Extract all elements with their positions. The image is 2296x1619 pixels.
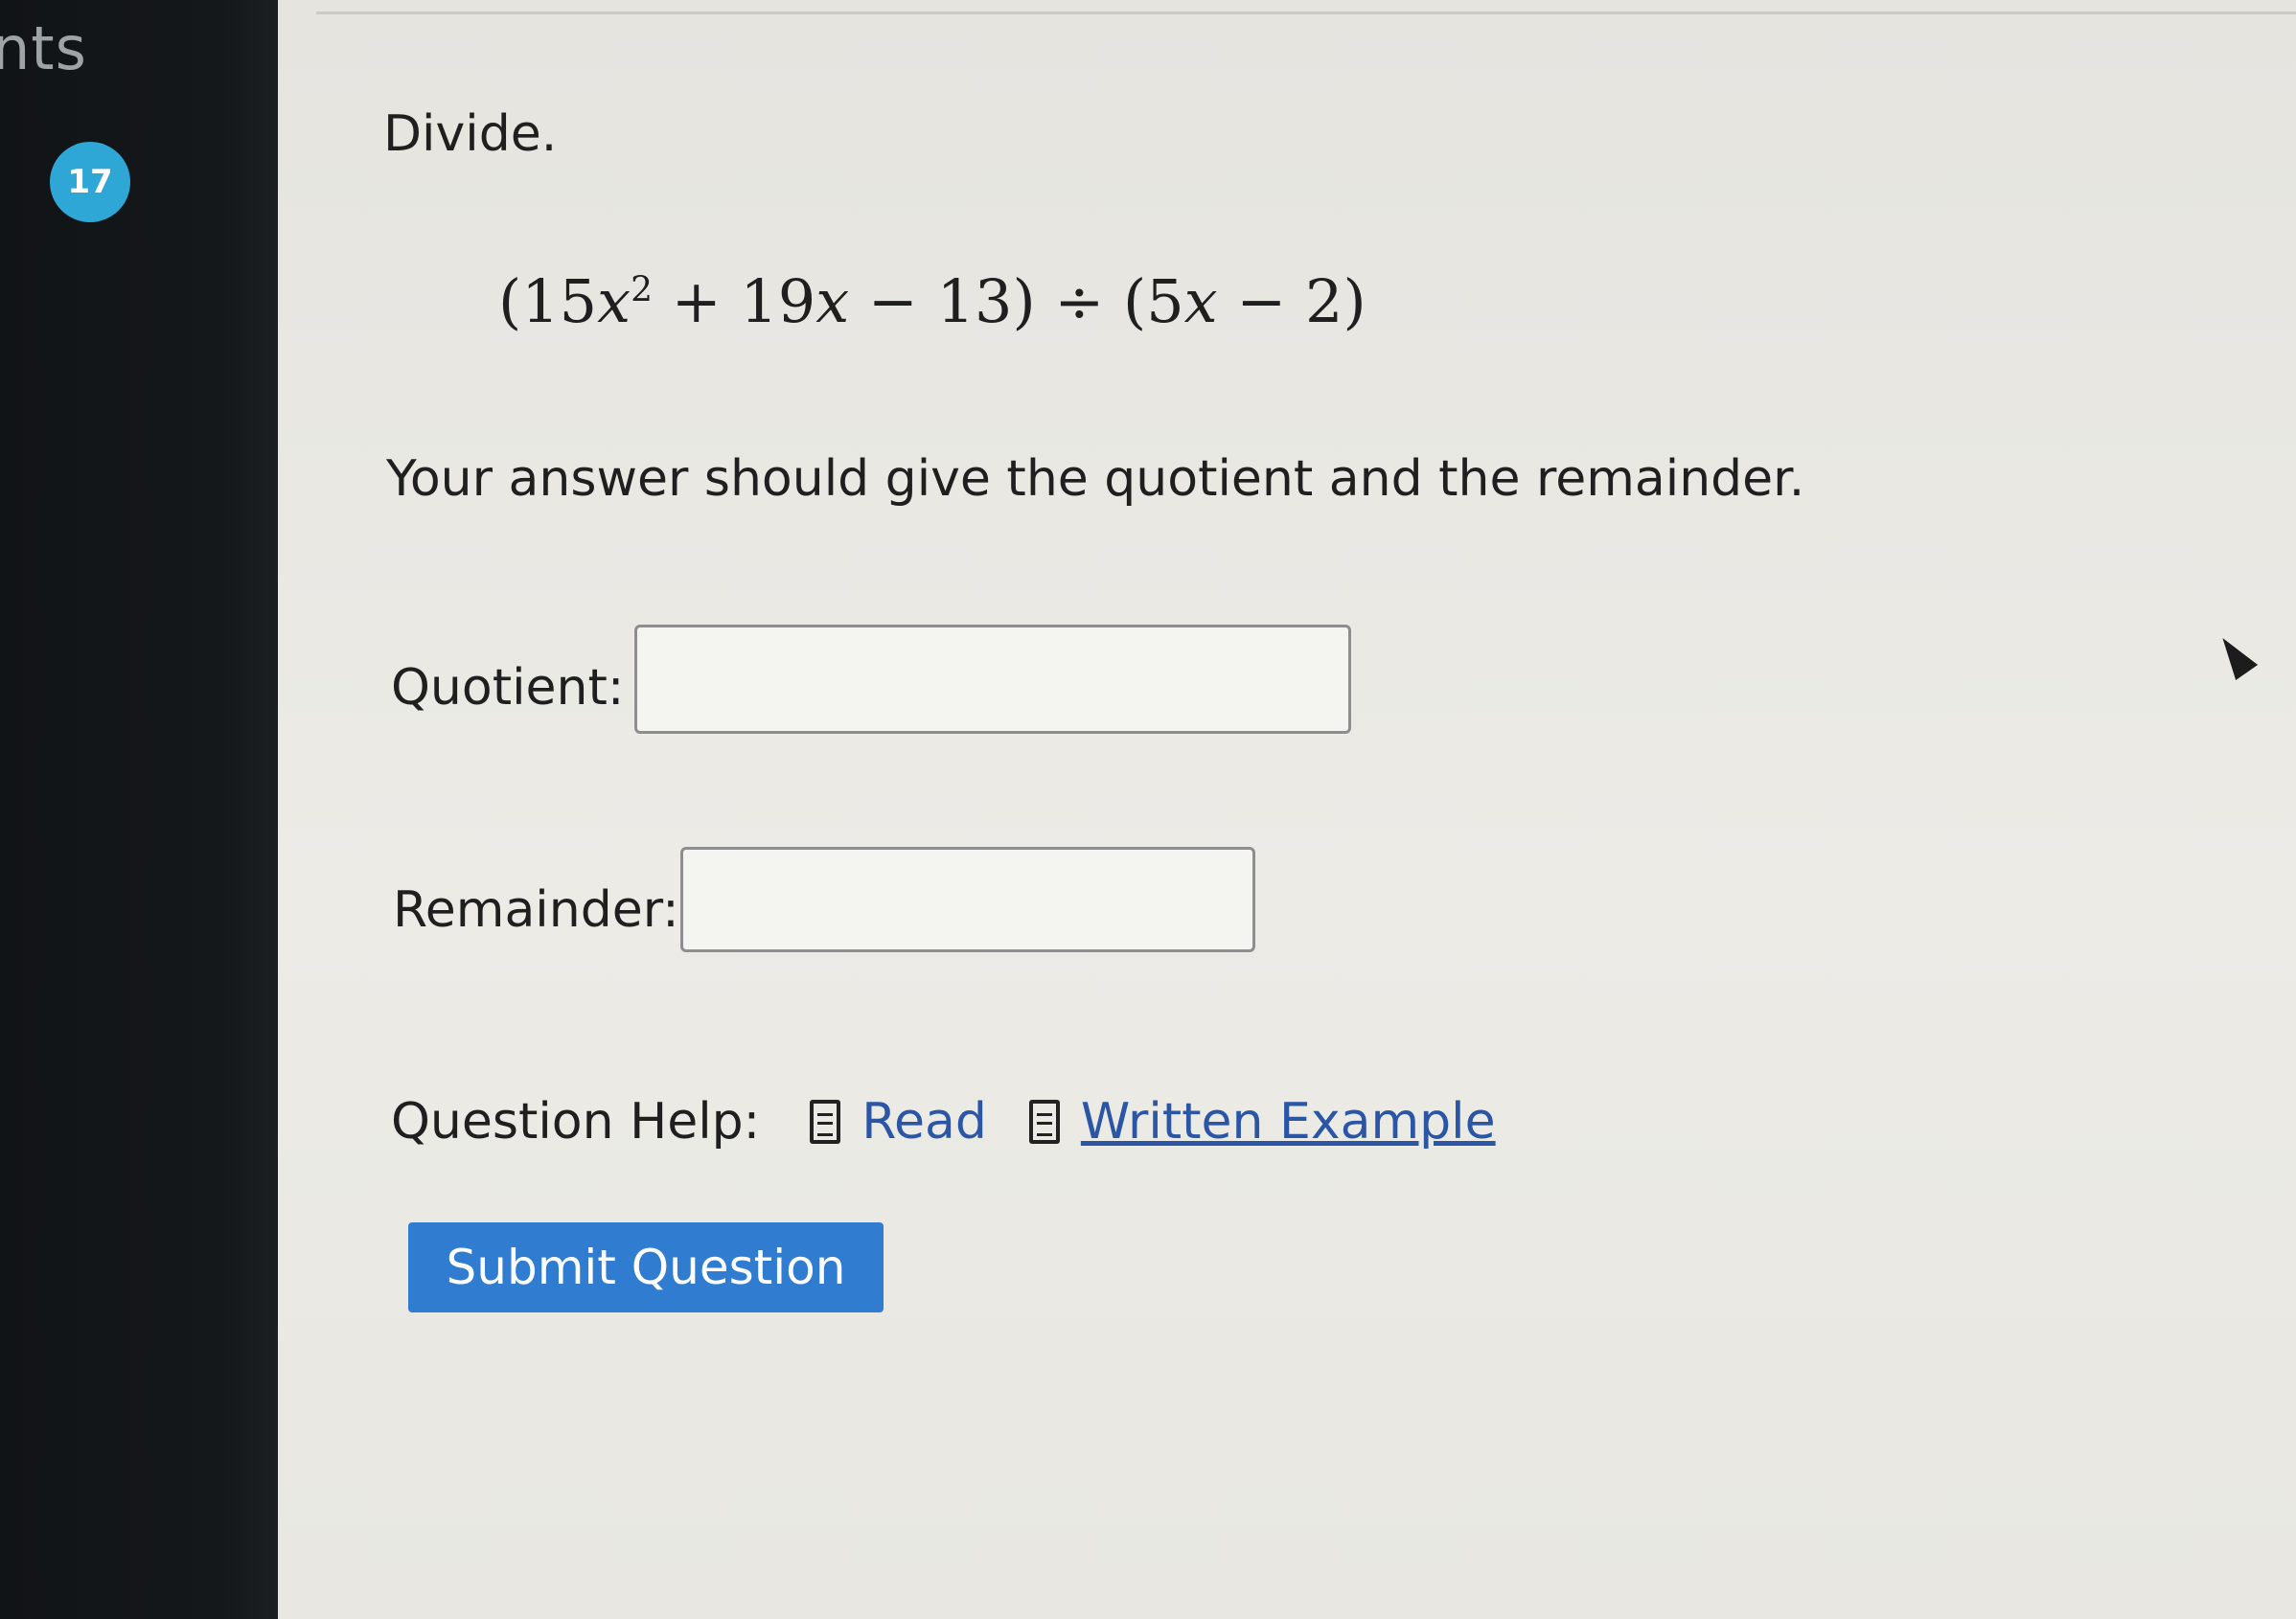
question-help-label: Question Help: (391, 1093, 761, 1151)
document-icon (1028, 1100, 1060, 1144)
math-exponent: 2 (631, 270, 653, 310)
instructions-text: Your answer should give the quotient and… (386, 450, 1805, 508)
document-icon (810, 1100, 841, 1144)
math-term: − 2) (1217, 266, 1366, 336)
sidebar-header-fragment: nts (0, 13, 87, 83)
math-coef: 15 (521, 266, 598, 336)
math-var: x (597, 266, 631, 336)
written-example-link[interactable]: Written Example (1028, 1093, 1496, 1151)
question-help-row: Question Help: Read Written Example (391, 1088, 1538, 1155)
submit-question-button[interactable]: Submit Question (408, 1222, 884, 1312)
sidebar: nts 17 (0, 0, 278, 1619)
quotient-input[interactable] (634, 625, 1351, 734)
written-example-link-label: Written Example (1080, 1093, 1496, 1151)
math-term: − 13) ÷ (5 (849, 266, 1184, 336)
math-expression: (15x2 + 19x − 13) ÷ (5x − 2) (498, 266, 1366, 336)
quotient-label: Quotient: (391, 659, 625, 717)
question-number-badge[interactable]: 17 (50, 142, 130, 222)
math-var: x (815, 266, 850, 336)
remainder-input[interactable] (680, 847, 1255, 952)
top-divider (316, 0, 2296, 14)
remainder-label: Remainder: (393, 881, 679, 939)
read-link-label: Read (861, 1093, 987, 1151)
math-var: x (1183, 266, 1218, 336)
question-panel: Divide. (15x2 + 19x − 13) ÷ (5x − 2) You… (278, 0, 2296, 1619)
read-link[interactable]: Read (810, 1093, 987, 1151)
math-term: + 19 (652, 266, 816, 336)
math-open-paren: ( (498, 266, 522, 336)
question-title: Divide. (383, 105, 558, 163)
